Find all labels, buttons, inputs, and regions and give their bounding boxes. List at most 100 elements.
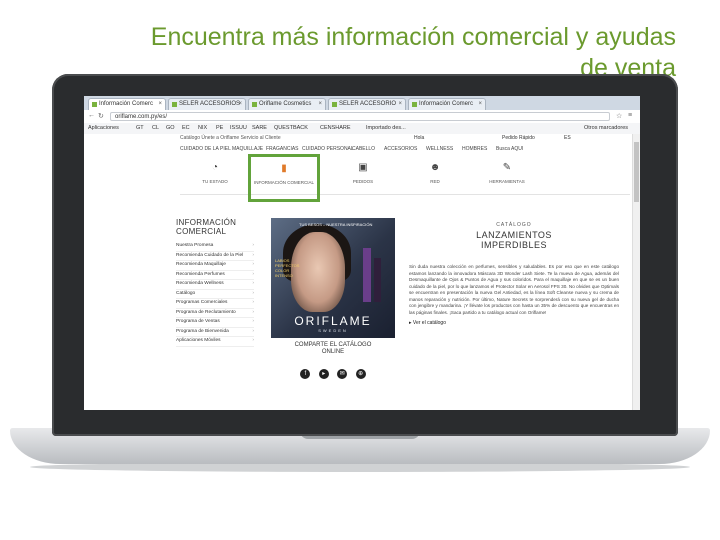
facebook-icon[interactable]: f: [300, 369, 311, 379]
browser-tab[interactable]: Información Comerc ×: [88, 98, 166, 110]
sidebar-item[interactable]: › Recomienda Maquillaje: [176, 261, 254, 271]
nav-item[interactable]: MAQUILLAJE: [232, 146, 263, 152]
bookmark-item[interactable]: CL: [152, 123, 159, 134]
tools-tile[interactable]: ✎ HERRAMIENTAS: [472, 156, 542, 194]
brand-logo: ORIFLAME: [294, 314, 372, 328]
gauge-icon: ◔: [211, 162, 219, 173]
article-title: LANZAMIENTOS IMPERDIBLES: [476, 230, 552, 250]
back-icon[interactable]: ←: [88, 112, 95, 119]
chevron-right-icon: ›: [252, 319, 254, 324]
status-tile[interactable]: ◔ TU ESTADO: [180, 156, 250, 194]
chevron-right-icon: ›: [252, 243, 254, 248]
catalogue-article: CATÁLOGO LANZAMIENTOS IMPERDIBLES Sin du…: [409, 222, 619, 326]
browser-tab[interactable]: Oriflame Cosmetics ×: [248, 98, 326, 110]
tools-icon: ✎: [502, 162, 512, 173]
bookmark-item[interactable]: SARE: [252, 123, 267, 134]
address-bar[interactable]: oriflame.com.py/es/: [110, 112, 610, 121]
bookmark-item[interactable]: Otros marcadores: [584, 123, 628, 134]
sidebar-item[interactable]: › Programa de Ventas: [176, 318, 254, 328]
tab-favicon-icon: [412, 102, 417, 107]
bag-icon: ▣: [358, 162, 368, 173]
utility-links[interactable]: Catálogo Únete a Oriflame Servicio al Cl…: [180, 135, 281, 141]
bookmark-item[interactable]: GT: [136, 123, 144, 134]
mascara-product: [363, 248, 371, 302]
browser-tab[interactable]: Información Comerc ×: [408, 98, 486, 110]
quick-order-link[interactable]: Pedido Rápido: [502, 135, 535, 141]
bookmark-item[interactable]: Aplicaciones: [88, 123, 119, 134]
chevron-right-icon: ›: [252, 290, 254, 296]
chevron-right-icon: ›: [252, 252, 254, 258]
people-icon: ☻: [429, 162, 441, 173]
sidebar-item[interactable]: › Programas Comerciales: [176, 299, 254, 309]
view-catalogue-link[interactable]: ▸ Ver el catálogo: [409, 320, 619, 326]
bookmark-item[interactable]: QUESTBACK: [274, 123, 308, 134]
bookmark-item[interactable]: ISSUU: [230, 123, 247, 134]
bookmark-item[interactable]: PE: [216, 123, 223, 134]
bookmark-item[interactable]: CENSHARE: [320, 123, 351, 134]
browser-tab[interactable]: SELER ACCESORIO ×: [328, 98, 406, 110]
network-tile[interactable]: ☻ RED: [400, 156, 470, 194]
article-kicker: CATÁLOGO: [496, 222, 532, 228]
bookmark-item[interactable]: EC: [182, 123, 190, 134]
cover-side-text: LABIOS PERFECTOS COLOR INTENSO: [275, 258, 300, 278]
tab-favicon-icon: [92, 102, 97, 107]
share-icons: f ▸ ✉ ⊕: [271, 362, 395, 380]
sidebar-item[interactable]: › Catálogo: [176, 290, 254, 299]
chevron-right-icon: ›: [252, 300, 254, 305]
language-selector[interactable]: ES: [564, 135, 571, 141]
nav-item[interactable]: ACCESORIOS: [384, 146, 417, 152]
search-link[interactable]: Busca AQUI: [496, 146, 523, 152]
article-body: Sin duda nuestra colección en perfumes, …: [409, 264, 619, 315]
nav-item[interactable]: HOMBRES: [462, 146, 487, 152]
laptop-screen: Información Comerc × SELER ACCESORIOS × Or…: [84, 96, 640, 410]
sidebar-item[interactable]: › Aplicaciones Móviles: [176, 337, 254, 347]
nav-item[interactable]: CUIDADO DE LA PIEL: [180, 146, 231, 152]
bookmark-item[interactable]: NIX: [198, 123, 207, 134]
sidebar-item[interactable]: › Programa de Bienvenida: [176, 328, 254, 337]
twitter-icon[interactable]: ▸: [318, 369, 329, 379]
email-icon[interactable]: ✉: [337, 369, 348, 379]
close-icon[interactable]: ×: [478, 99, 482, 110]
browser-tab[interactable]: SELER ACCESORIOS ×: [168, 98, 246, 110]
lipstick-product: [374, 258, 381, 302]
account-greeting[interactable]: Hola: [414, 135, 424, 141]
scrollbar-thumb[interactable]: [634, 142, 639, 202]
sidebar-item[interactable]: › Recomienda Perfumes: [176, 271, 254, 280]
nav-item[interactable]: CUIDADO PERSONAL: [302, 146, 354, 152]
web-page: Catálogo Únete a Oriflame Servicio al Cl…: [84, 134, 640, 410]
commercial-info-tile[interactable]: ▮ INFORMACIÓN COMERCIAL: [248, 154, 320, 202]
close-icon[interactable]: ×: [398, 99, 402, 110]
bookmark-item[interactable]: Importado des...: [366, 123, 406, 134]
browser-tab-strip: Información Comerc × SELER ACCESORIOS × Or…: [84, 96, 640, 110]
sidebar-item[interactable]: › Recomienda Cuidado de la Piel: [176, 252, 254, 261]
close-icon[interactable]: ×: [318, 99, 322, 110]
tab-favicon-icon: [332, 102, 337, 107]
chevron-right-icon: ›: [252, 262, 254, 267]
cover-tagline: TUS BESOS – NUESTRA INSPIRACIÓN: [299, 222, 373, 227]
bookmark-item[interactable]: GO: [166, 123, 175, 134]
sidebar-item[interactable]: › Recomienda Wellness: [176, 280, 254, 290]
nav-item[interactable]: CABELLO: [352, 146, 375, 152]
chevron-right-icon: ›: [252, 338, 254, 343]
chevron-right-icon: ›: [252, 281, 254, 286]
star-icon[interactable]: ☆: [616, 112, 622, 120]
nav-item[interactable]: FRAGANCIAS: [266, 146, 299, 152]
nav-item[interactable]: WELLNESS: [426, 146, 453, 152]
close-icon[interactable]: ×: [238, 99, 242, 110]
reload-icon[interactable]: ↻: [98, 112, 104, 120]
sidebar-item[interactable]: › Nuestra Promesa: [176, 242, 254, 252]
page-scrollbar[interactable]: [632, 134, 640, 410]
browser-toolbar: ← ↻ oriflame.com.py/es/ ☆ ≡: [84, 110, 640, 124]
sidebar-item[interactable]: › Programa de Reclutamiento: [176, 309, 254, 318]
sidebar-list: › Nuestra Promesa › Recomienda Cuidado de …: [176, 242, 254, 347]
lipstick-icon: ▮: [281, 163, 287, 174]
link-icon[interactable]: ⊕: [355, 369, 366, 379]
tab-favicon-icon: [172, 102, 177, 107]
share-catalogue-panel: COMPARTE EL CATÁLOGO ONLINE f ▸ ✉ ⊕: [271, 338, 395, 394]
catalogue-cover[interactable]: TUS BESOS – NUESTRA INSPIRACIÓN LABIOS P…: [271, 218, 395, 338]
sidebar-heading: INFORMACIÓN COMERCIAL: [176, 218, 237, 236]
close-icon[interactable]: ×: [158, 99, 162, 110]
menu-icon[interactable]: ≡: [628, 112, 632, 119]
category-nav: CUIDADO DE LA PIEL MAQUILLAJE FRAGANCIAS…: [180, 146, 570, 154]
orders-tile[interactable]: ▣ PEDIDOS: [328, 156, 398, 194]
